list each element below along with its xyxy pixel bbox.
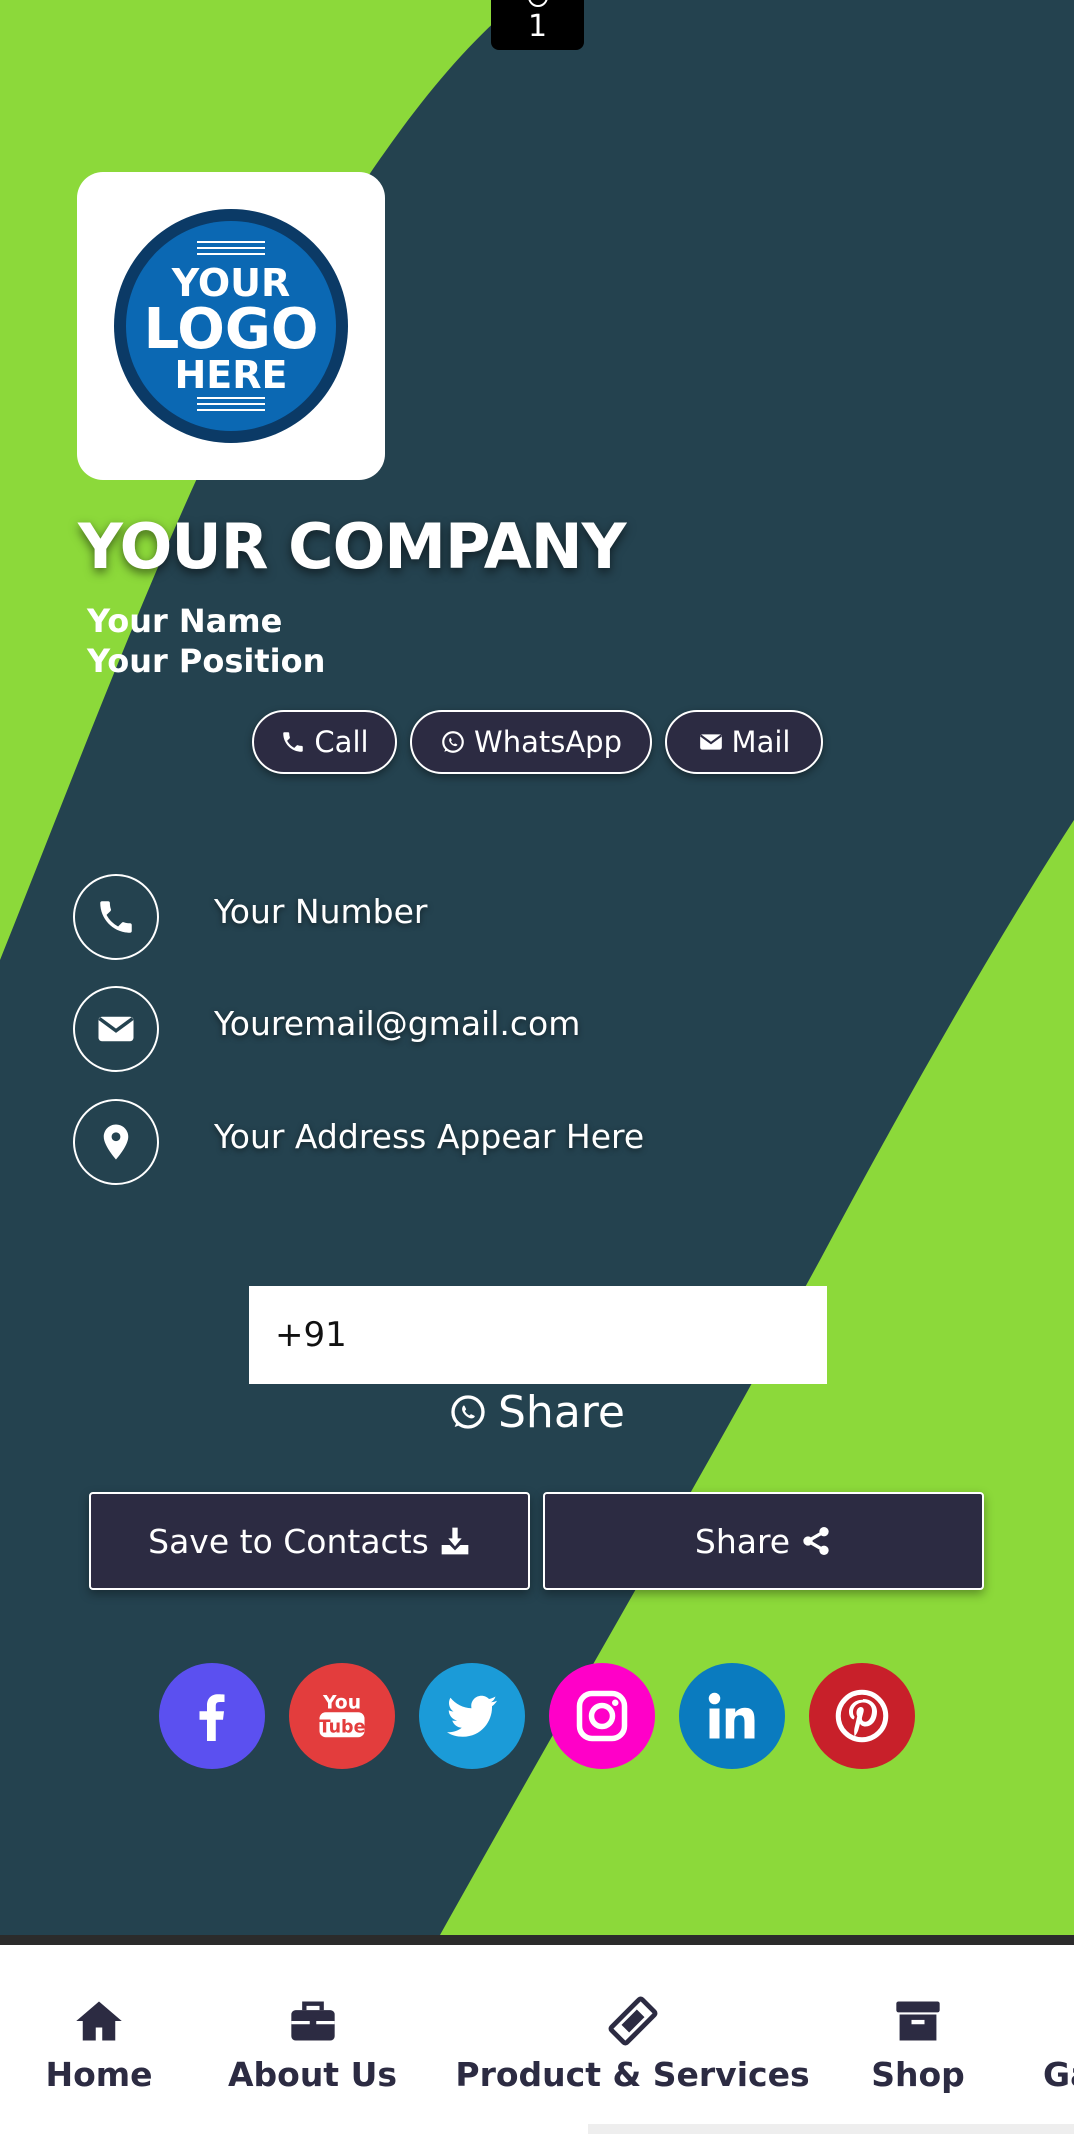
eye-icon	[528, 0, 548, 7]
mail-button[interactable]: Mail	[665, 710, 823, 774]
nav-scroll-indicator	[588, 2124, 1074, 2134]
ticket-icon	[608, 1996, 657, 2046]
nav-item-gallery[interactable]: Ga	[1043, 1945, 1074, 2095]
address-text: Your Address Appear Here	[214, 1117, 645, 1156]
youtube-link[interactable]: You Tube	[289, 1663, 395, 1769]
facebook-link[interactable]	[159, 1663, 265, 1769]
phone-number: Your Number	[214, 892, 428, 931]
contact-row-email[interactable]: Youremail@gmail.com	[73, 986, 973, 1076]
twitter-icon	[447, 1695, 497, 1737]
home-icon	[76, 2001, 122, 2041]
nav-item-about-us[interactable]: About Us	[227, 1945, 398, 2095]
email-circle	[73, 986, 159, 1072]
pinterest-icon	[835, 1689, 889, 1743]
person-position: Your Position	[87, 642, 326, 680]
instagram-link[interactable]	[549, 1663, 655, 1769]
whatsapp-icon	[442, 731, 464, 753]
whatsapp-button[interactable]: WhatsApp	[410, 710, 652, 774]
person-name: Your Name	[87, 602, 283, 640]
whatsapp-share-label: Share	[498, 1386, 625, 1438]
nav-item-shop[interactable]: Shop	[870, 1945, 966, 2095]
linkedin-link[interactable]	[679, 1663, 785, 1769]
quick-actions: Call WhatsApp Mail	[0, 710, 1074, 778]
address-circle	[73, 1099, 159, 1185]
pinterest-link[interactable]	[809, 1663, 915, 1769]
whatsapp-label: WhatsApp	[474, 725, 622, 759]
nav-shop-label: Shop	[871, 2055, 965, 2094]
bottom-nav: Home About Us Product & Services Shop Ga	[0, 1935, 1074, 2134]
phone-icon	[283, 732, 304, 752]
whatsapp-icon	[451, 1395, 485, 1429]
nav-gallery-label: Ga	[1043, 2055, 1074, 2094]
whatsapp-number-input[interactable]	[249, 1286, 827, 1384]
view-counter: 1	[491, 0, 584, 50]
envelope-icon	[98, 1016, 134, 1042]
logo-text-3: HERE	[175, 353, 288, 397]
call-button[interactable]: Call	[252, 710, 397, 774]
archive-box-icon	[896, 2001, 940, 2041]
youtube-icon: You Tube	[319, 1693, 366, 1738]
briefcase-icon	[290, 2001, 335, 2041]
facebook-icon	[199, 1694, 225, 1741]
nav-item-products-services[interactable]: Product & Services	[455, 1945, 810, 2095]
envelope-icon	[699, 734, 722, 750]
contact-row-phone[interactable]: Your Number	[73, 874, 973, 964]
download-icon	[441, 1527, 469, 1555]
company-logo: YOUR LOGO HERE	[77, 172, 385, 480]
logo-badge: YOUR LOGO HERE	[114, 209, 348, 443]
whatsapp-share-button[interactable]: Share	[448, 1384, 625, 1440]
phone-icon	[100, 901, 132, 933]
save-to-contacts-button[interactable]: Save to Contacts	[89, 1492, 530, 1590]
nav-home-label: Home	[45, 2055, 153, 2094]
linkedin-icon	[708, 1692, 755, 1739]
contact-row-address[interactable]: Your Address Appear Here	[73, 1099, 973, 1189]
share-button[interactable]: Share	[543, 1492, 984, 1590]
mail-label: Mail	[731, 725, 791, 759]
share-label: Share	[694, 1521, 791, 1561]
save-to-contacts-label: Save to Contacts	[148, 1521, 429, 1561]
youtube-you-text: You	[322, 1693, 361, 1714]
nav-item-home[interactable]: Home	[44, 1945, 154, 2095]
youtube-tube-text: Tube	[319, 1717, 366, 1737]
phone-circle	[73, 874, 159, 960]
map-marker-icon	[103, 1124, 129, 1160]
view-count: 1	[527, 9, 548, 44]
company-name: YOUR COMPANY	[78, 510, 626, 583]
share-icon	[803, 1527, 829, 1555]
nav-about-label: About Us	[227, 2055, 398, 2094]
call-label: Call	[314, 725, 369, 759]
twitter-link[interactable]	[419, 1663, 525, 1769]
nav-products-label: Product & Services	[455, 2055, 810, 2094]
gallery-icon	[1043, 1995, 1074, 2047]
instagram-icon	[576, 1690, 628, 1742]
email-address: Youremail@gmail.com	[214, 1004, 581, 1043]
